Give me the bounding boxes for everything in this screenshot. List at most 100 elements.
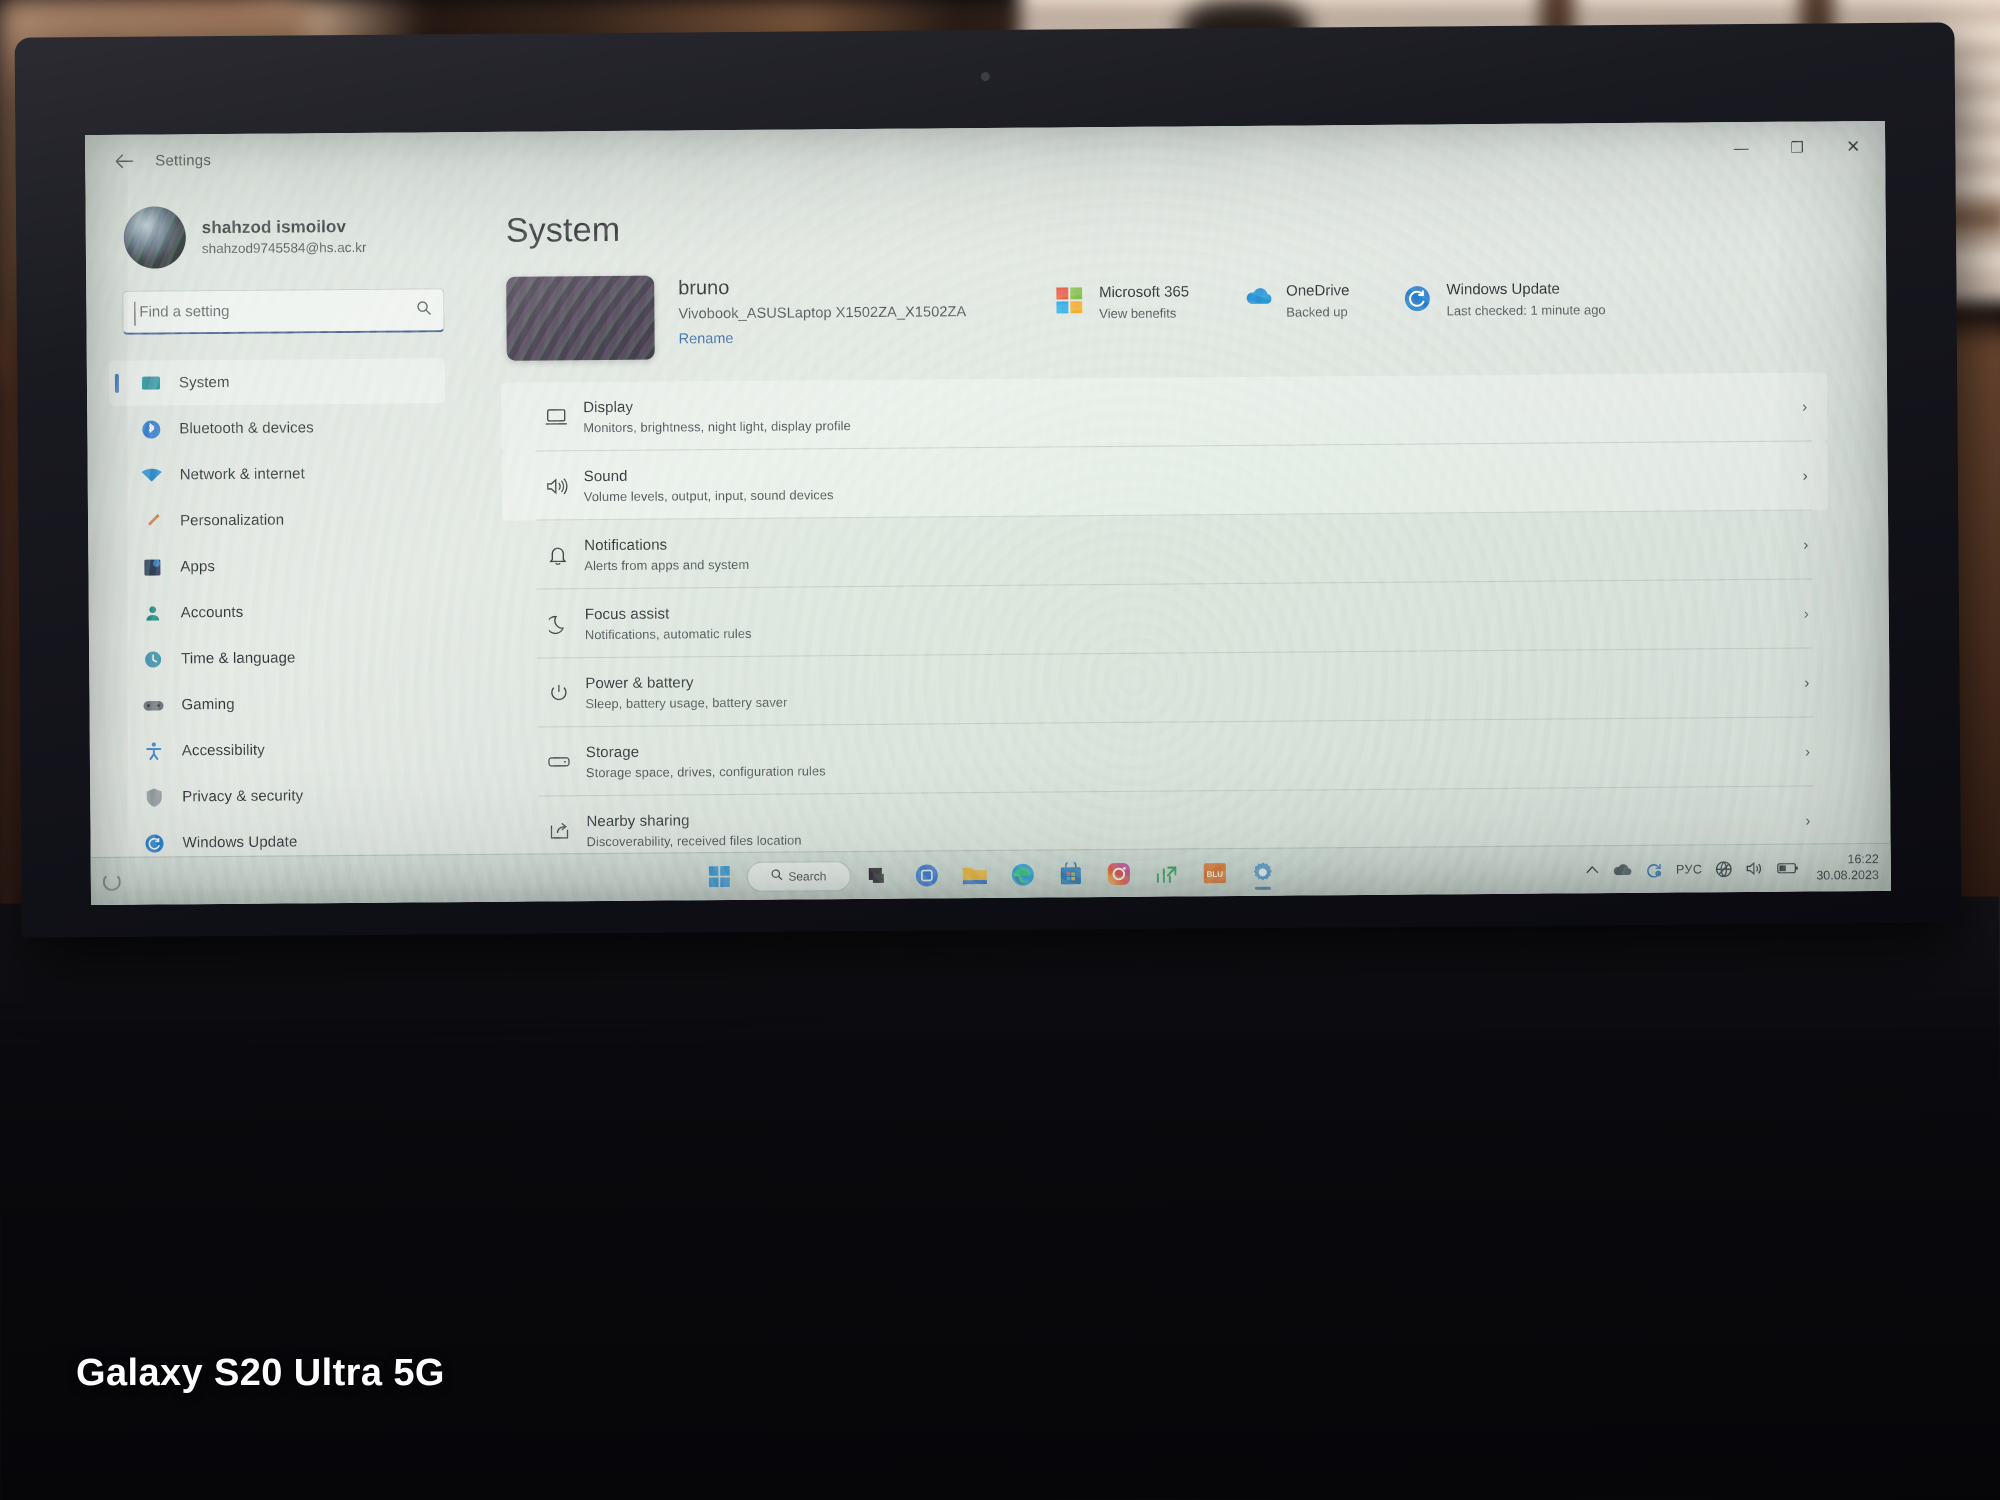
system-icon [139, 375, 163, 391]
sidebar-item-label: Privacy & security [182, 787, 304, 806]
taskbar-search-label: Search [788, 868, 827, 884]
settings-row-focus-assist[interactable]: Focus assist Notifications, automatic ru… [503, 579, 1830, 658]
blu-button[interactable]: BLU [1195, 854, 1235, 892]
page-title: System [505, 210, 621, 250]
account-block[interactable]: shahzod ismoilov shahzod9745584@hs.ac.kr [107, 190, 444, 291]
battery-icon[interactable] [1777, 862, 1799, 875]
microsoft-store-button[interactable] [1051, 855, 1091, 893]
sidebar-item-label: Bluetooth & devices [179, 419, 314, 438]
minimize-button[interactable]: — [1713, 123, 1769, 173]
windows-update-icon [1403, 284, 1433, 314]
sidebar-item-label: Accessibility [181, 741, 265, 760]
chevron-right-icon: › [1805, 812, 1811, 830]
apps-icon [140, 557, 164, 577]
chevron-right-icon: › [1802, 398, 1808, 416]
share-icon [538, 821, 580, 840]
network-blocked-icon[interactable] [1715, 860, 1733, 878]
device-name: bruno [678, 277, 730, 300]
webcam-icon [980, 71, 990, 82]
instagram-button[interactable] [1099, 854, 1139, 892]
device-header: bruno Vivobook_ASUSLaptop X1502ZA_X1502Z… [506, 266, 1827, 361]
clock-time: 16:22 [1847, 851, 1879, 867]
status-card-subtitle: Last checked: 1 minute ago [1446, 302, 1606, 319]
sidebar-item-accounts[interactable]: Accounts [111, 588, 447, 636]
status-card-title: Windows Update [1446, 280, 1560, 299]
status-card-windows-update[interactable]: Windows Update Last checked: 1 minute ag… [1403, 280, 1606, 319]
sidebar-item-system[interactable]: System [108, 358, 446, 406]
sidebar-item-bluetooth-devices[interactable]: Bluetooth & devices [109, 404, 445, 452]
search-placeholder: Find a setting [139, 302, 230, 321]
sidebar-item-privacy-security[interactable]: Privacy & security [112, 772, 448, 820]
window-controls: — ❐ ✕ [1713, 122, 1881, 173]
status-card-subtitle: View benefits [1099, 305, 1177, 322]
edge-button[interactable] [1003, 855, 1043, 893]
settings-row-nearby-sharing[interactable]: Nearby sharing Discoverability, received… [504, 786, 1831, 854]
maximize-button[interactable]: ❐ [1769, 122, 1825, 172]
avatar[interactable] [123, 206, 187, 269]
sidebar-item-label: Time & language [181, 649, 296, 668]
volume-icon[interactable] [1746, 861, 1764, 876]
task-view-button[interactable] [859, 856, 899, 894]
taskbar-clock[interactable]: 16:22 30.08.2023 [1816, 852, 1879, 884]
search-icon [771, 869, 783, 884]
settings-window: Settings — ❐ ✕ shahzod ismoilov shahzod9… [85, 120, 1891, 906]
tray-language-indicator[interactable]: РУС [1676, 862, 1702, 876]
account-name: shahzod ismoilov [201, 217, 347, 238]
clock-date: 30.08.2023 [1816, 867, 1879, 883]
sidebar-item-label: Gaming [181, 695, 235, 714]
sidebar-item-gaming[interactable]: Gaming [111, 680, 447, 728]
status-card-onedrive[interactable]: OneDrive Backed up [1243, 282, 1350, 320]
settings-row-storage[interactable]: Storage Storage space, drives, configura… [504, 717, 1831, 796]
accessibility-icon [142, 741, 166, 761]
laptop-screen: Settings — ❐ ✕ shahzod ismoilov shahzod9… [85, 120, 1891, 906]
photo-of-laptop: Settings — ❐ ✕ shahzod ismoilov shahzod9… [0, 0, 2000, 1500]
sidebar-item-accessibility[interactable]: Accessibility [112, 726, 448, 774]
settings-list: Display Monitors, brightness, night ligh… [500, 372, 1831, 854]
clock-icon [141, 649, 165, 669]
search-input[interactable]: Find a setting [122, 288, 445, 335]
back-arrow-icon[interactable] [103, 144, 145, 178]
settings-row-notifications[interactable]: Notifications Alerts from apps and syste… [502, 510, 1829, 589]
status-card-microsoft-365[interactable]: Microsoft 365 View benefits [1056, 283, 1189, 321]
text-caret [134, 301, 136, 326]
sync-icon[interactable] [1645, 860, 1663, 878]
settings-button[interactable] [1243, 853, 1283, 891]
sidebar-item-apps[interactable]: Apps [110, 542, 446, 590]
start-button[interactable] [699, 857, 739, 895]
device-thumbnail [506, 275, 655, 361]
settings-row-power-battery[interactable]: Power & battery Sleep, battery usage, ba… [503, 648, 1830, 727]
chevron-right-icon: › [1803, 536, 1809, 554]
device-model: Vivobook_ASUSLaptop X1502ZA_X1502ZA [678, 304, 967, 323]
sidebar-item-network-internet[interactable]: Network & internet [110, 450, 446, 498]
system-tray: РУС 16:22 30.08.2023 [1586, 852, 1879, 886]
gamepad-icon [141, 698, 165, 712]
rename-link[interactable]: Rename [679, 329, 967, 347]
onedrive-cloud-icon[interactable] [1612, 862, 1632, 876]
sidebar-item-label: Personalization [179, 511, 285, 530]
svg-text:BLU: BLU [1207, 869, 1224, 878]
taskbar-search-button[interactable]: Search [746, 860, 851, 892]
wifi-icon [140, 467, 164, 483]
status-cards: Microsoft 365 View benefits OneDrive Bac… [1056, 280, 1606, 321]
device-card: bruno Vivobook_ASUSLaptop X1502ZA_X1502Z… [506, 273, 966, 361]
sidebar-item-time-language[interactable]: Time & language [111, 634, 447, 682]
status-card-title: OneDrive [1286, 282, 1350, 300]
file-explorer-button[interactable] [955, 855, 995, 893]
taskbar-items: Search BLU [699, 853, 1283, 896]
chevron-right-icon: › [1804, 743, 1810, 761]
settings-row-sound[interactable]: Sound Volume levels, output, input, soun… [501, 441, 1829, 521]
close-button[interactable]: ✕ [1825, 122, 1881, 172]
bluetooth-icon [139, 419, 163, 439]
widgets-button[interactable] [907, 856, 947, 894]
search-icon [416, 300, 431, 319]
onedrive-cloud-icon [1243, 286, 1273, 316]
tray-chevron-up-icon[interactable] [1586, 865, 1599, 874]
shield-icon [142, 787, 166, 807]
sidebar-item-label: System [178, 373, 230, 392]
settings-row-display[interactable]: Display Monitors, brightness, night ligh… [500, 372, 1828, 452]
sidebar: shahzod ismoilov shahzod9745584@hs.ac.kr… [85, 184, 470, 857]
sidebar-item-label: Accounts [180, 603, 244, 622]
chevron-right-icon: › [1802, 467, 1808, 485]
analytics-button[interactable] [1147, 854, 1187, 892]
sidebar-item-personalization[interactable]: Personalization [110, 496, 446, 544]
